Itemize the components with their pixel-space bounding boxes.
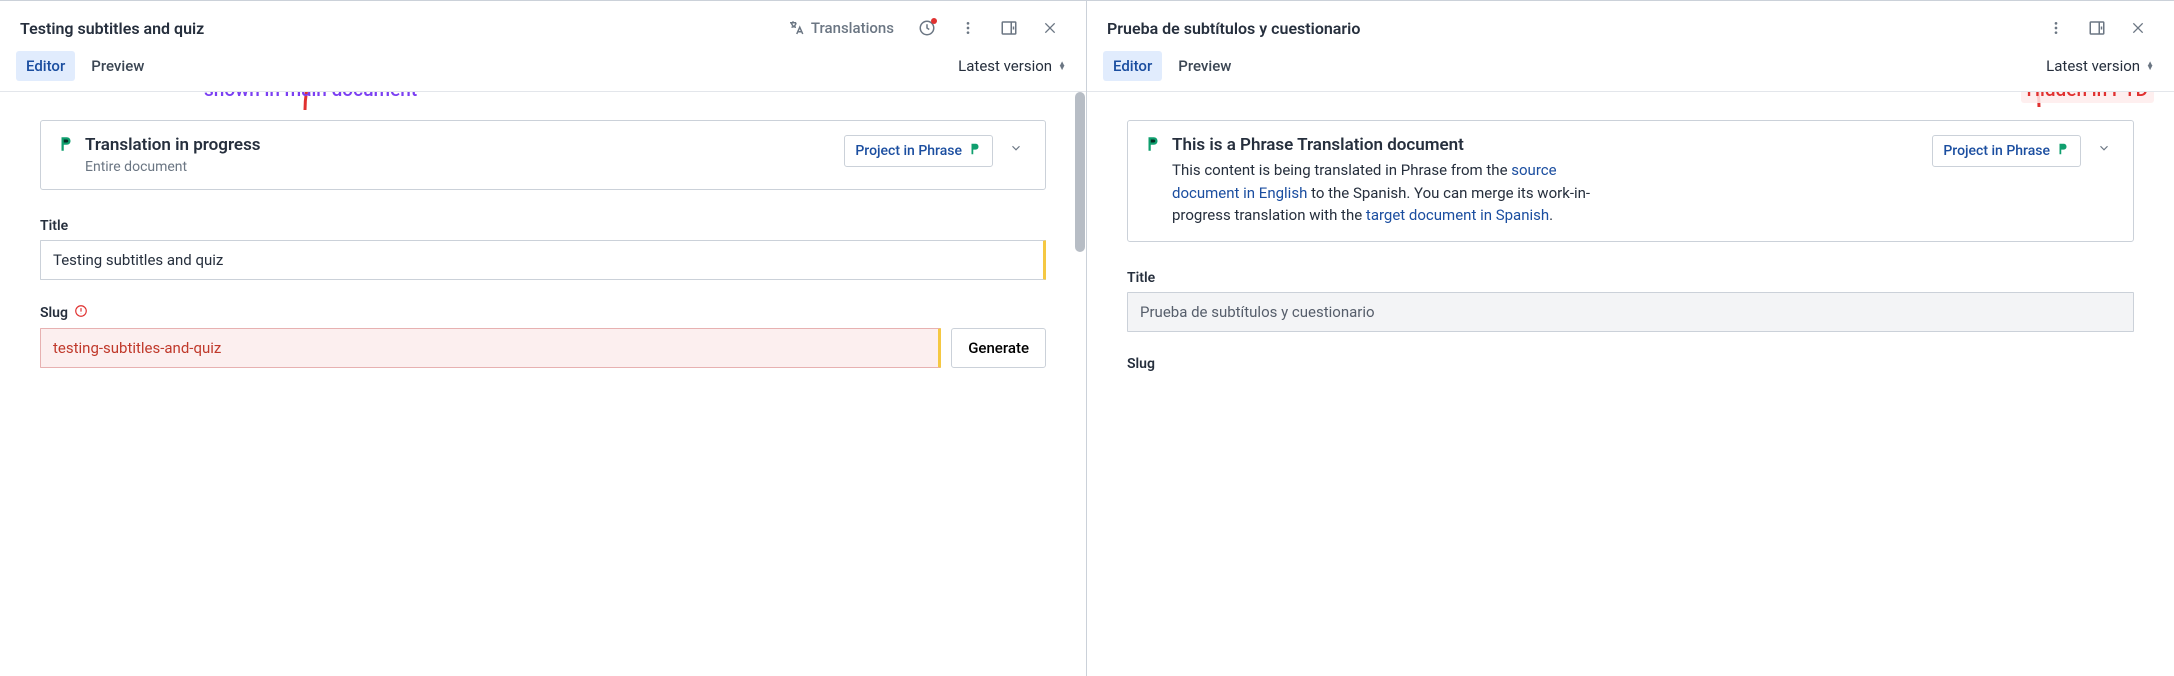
warning-icon	[74, 304, 88, 322]
title-input[interactable]	[1127, 292, 2134, 332]
chip-label: Project in Phrase	[855, 143, 962, 159]
sort-icon: ▲▼	[2146, 62, 2154, 70]
right-tabs: Editor Preview	[1103, 51, 2038, 81]
phrase-logo-icon	[968, 142, 982, 160]
split-pane-button[interactable]	[992, 13, 1026, 43]
tab-editor[interactable]: Editor	[1103, 51, 1162, 81]
close-icon	[2130, 20, 2146, 36]
document-title: Testing subtitles and quiz	[20, 19, 771, 38]
generate-button[interactable]: Generate	[951, 328, 1046, 368]
desc-text: This content is being translated in Phra…	[1172, 161, 1511, 179]
version-label: Latest version	[2046, 57, 2140, 75]
more-menu-button[interactable]	[952, 13, 984, 43]
close-pane-button[interactable]	[2122, 14, 2154, 42]
desc-text: .	[1549, 206, 1553, 224]
left-tabs: Editor Preview	[16, 51, 950, 81]
slug-field: Slug Generate	[40, 304, 1046, 368]
sort-icon: ▲▼	[1058, 62, 1066, 70]
dots-vertical-icon	[2048, 19, 2064, 37]
document-title: Prueba de subtítulos y cuestionario	[1107, 19, 2032, 38]
slug-label: Slug	[40, 305, 68, 321]
card-expand-toggle[interactable]	[1003, 135, 1029, 165]
slug-input[interactable]	[40, 328, 941, 368]
version-select[interactable]: Latest version ▲▼	[2046, 57, 2154, 75]
tab-preview[interactable]: Preview	[1168, 51, 1241, 81]
card-title: This is a Phrase Translation document	[1172, 135, 1922, 155]
split-pane-icon	[2088, 19, 2106, 37]
left-pane-header: Testing subtitles and quiz Translations	[0, 1, 1086, 51]
right-pane: Prueba de subtítulos y cuestionario Edit…	[1087, 1, 2174, 676]
title-input[interactable]	[40, 240, 1046, 280]
right-tab-row: Editor Preview Latest version ▲▼	[1087, 51, 2174, 92]
annotation-arrow	[1994, 92, 2054, 109]
scrollbar-thumb[interactable]	[1075, 92, 1085, 252]
target-document-link[interactable]: target document in Spanish	[1366, 206, 1549, 224]
card-title: Translation in progress	[85, 135, 834, 155]
translations-label: Translations	[811, 19, 894, 37]
phrase-logo-icon	[2056, 142, 2070, 160]
title-field: Title	[40, 218, 1046, 280]
phrase-logo-icon	[1144, 135, 1162, 157]
translate-icon	[787, 19, 805, 37]
translation-status-card: Translation in progress Entire document …	[40, 120, 1046, 190]
notification-dot	[931, 18, 937, 24]
tab-preview[interactable]: Preview	[81, 51, 154, 81]
chip-label: Project in Phrase	[1943, 143, 2050, 159]
annotation-hidden-ptd: Hidden in PTD	[2021, 92, 2154, 103]
left-pane: Testing subtitles and quiz Translations	[0, 1, 1087, 676]
project-in-phrase-link[interactable]: Project in Phrase	[1932, 135, 2081, 167]
annotation-arrow	[290, 92, 350, 112]
activity-button[interactable]	[910, 13, 944, 43]
annotation-main-doc: shown in main document	[198, 92, 423, 103]
card-subtitle: Entire document	[85, 159, 834, 175]
slug-field: Slug	[1127, 356, 2134, 372]
title-field: Title	[1127, 270, 2134, 332]
title-label: Title	[40, 218, 1046, 234]
close-pane-button[interactable]	[1034, 14, 1066, 42]
card-expand-toggle[interactable]	[2091, 135, 2117, 165]
version-label: Latest version	[958, 57, 1052, 75]
phrase-logo-icon	[57, 135, 75, 157]
translation-info-card: This is a Phrase Translation document Th…	[1127, 120, 2134, 242]
split-pane-button[interactable]	[2080, 13, 2114, 43]
right-pane-header: Prueba de subtítulos y cuestionario	[1087, 1, 2174, 51]
tab-editor[interactable]: Editor	[16, 51, 75, 81]
card-description: This content is being translated in Phra…	[1172, 159, 1602, 227]
clock-icon	[918, 19, 936, 37]
right-pane-body: Hidden in PTD This is a Phrase Translati…	[1087, 92, 2174, 676]
slug-label: Slug	[1127, 356, 2134, 372]
project-in-phrase-link[interactable]: Project in Phrase	[844, 135, 993, 167]
left-tab-row: Editor Preview Latest version ▲▼	[0, 51, 1086, 92]
dots-vertical-icon	[960, 19, 976, 37]
version-select[interactable]: Latest version ▲▼	[958, 57, 1066, 75]
split-pane-icon	[1000, 19, 1018, 37]
more-menu-button[interactable]	[2040, 13, 2072, 43]
close-icon	[1042, 20, 1058, 36]
translations-button[interactable]: Translations	[779, 13, 902, 43]
left-pane-body: shown in main document Translation in pr…	[0, 92, 1086, 676]
title-label: Title	[1127, 270, 2134, 286]
app-split-view: Testing subtitles and quiz Translations	[0, 0, 2174, 676]
